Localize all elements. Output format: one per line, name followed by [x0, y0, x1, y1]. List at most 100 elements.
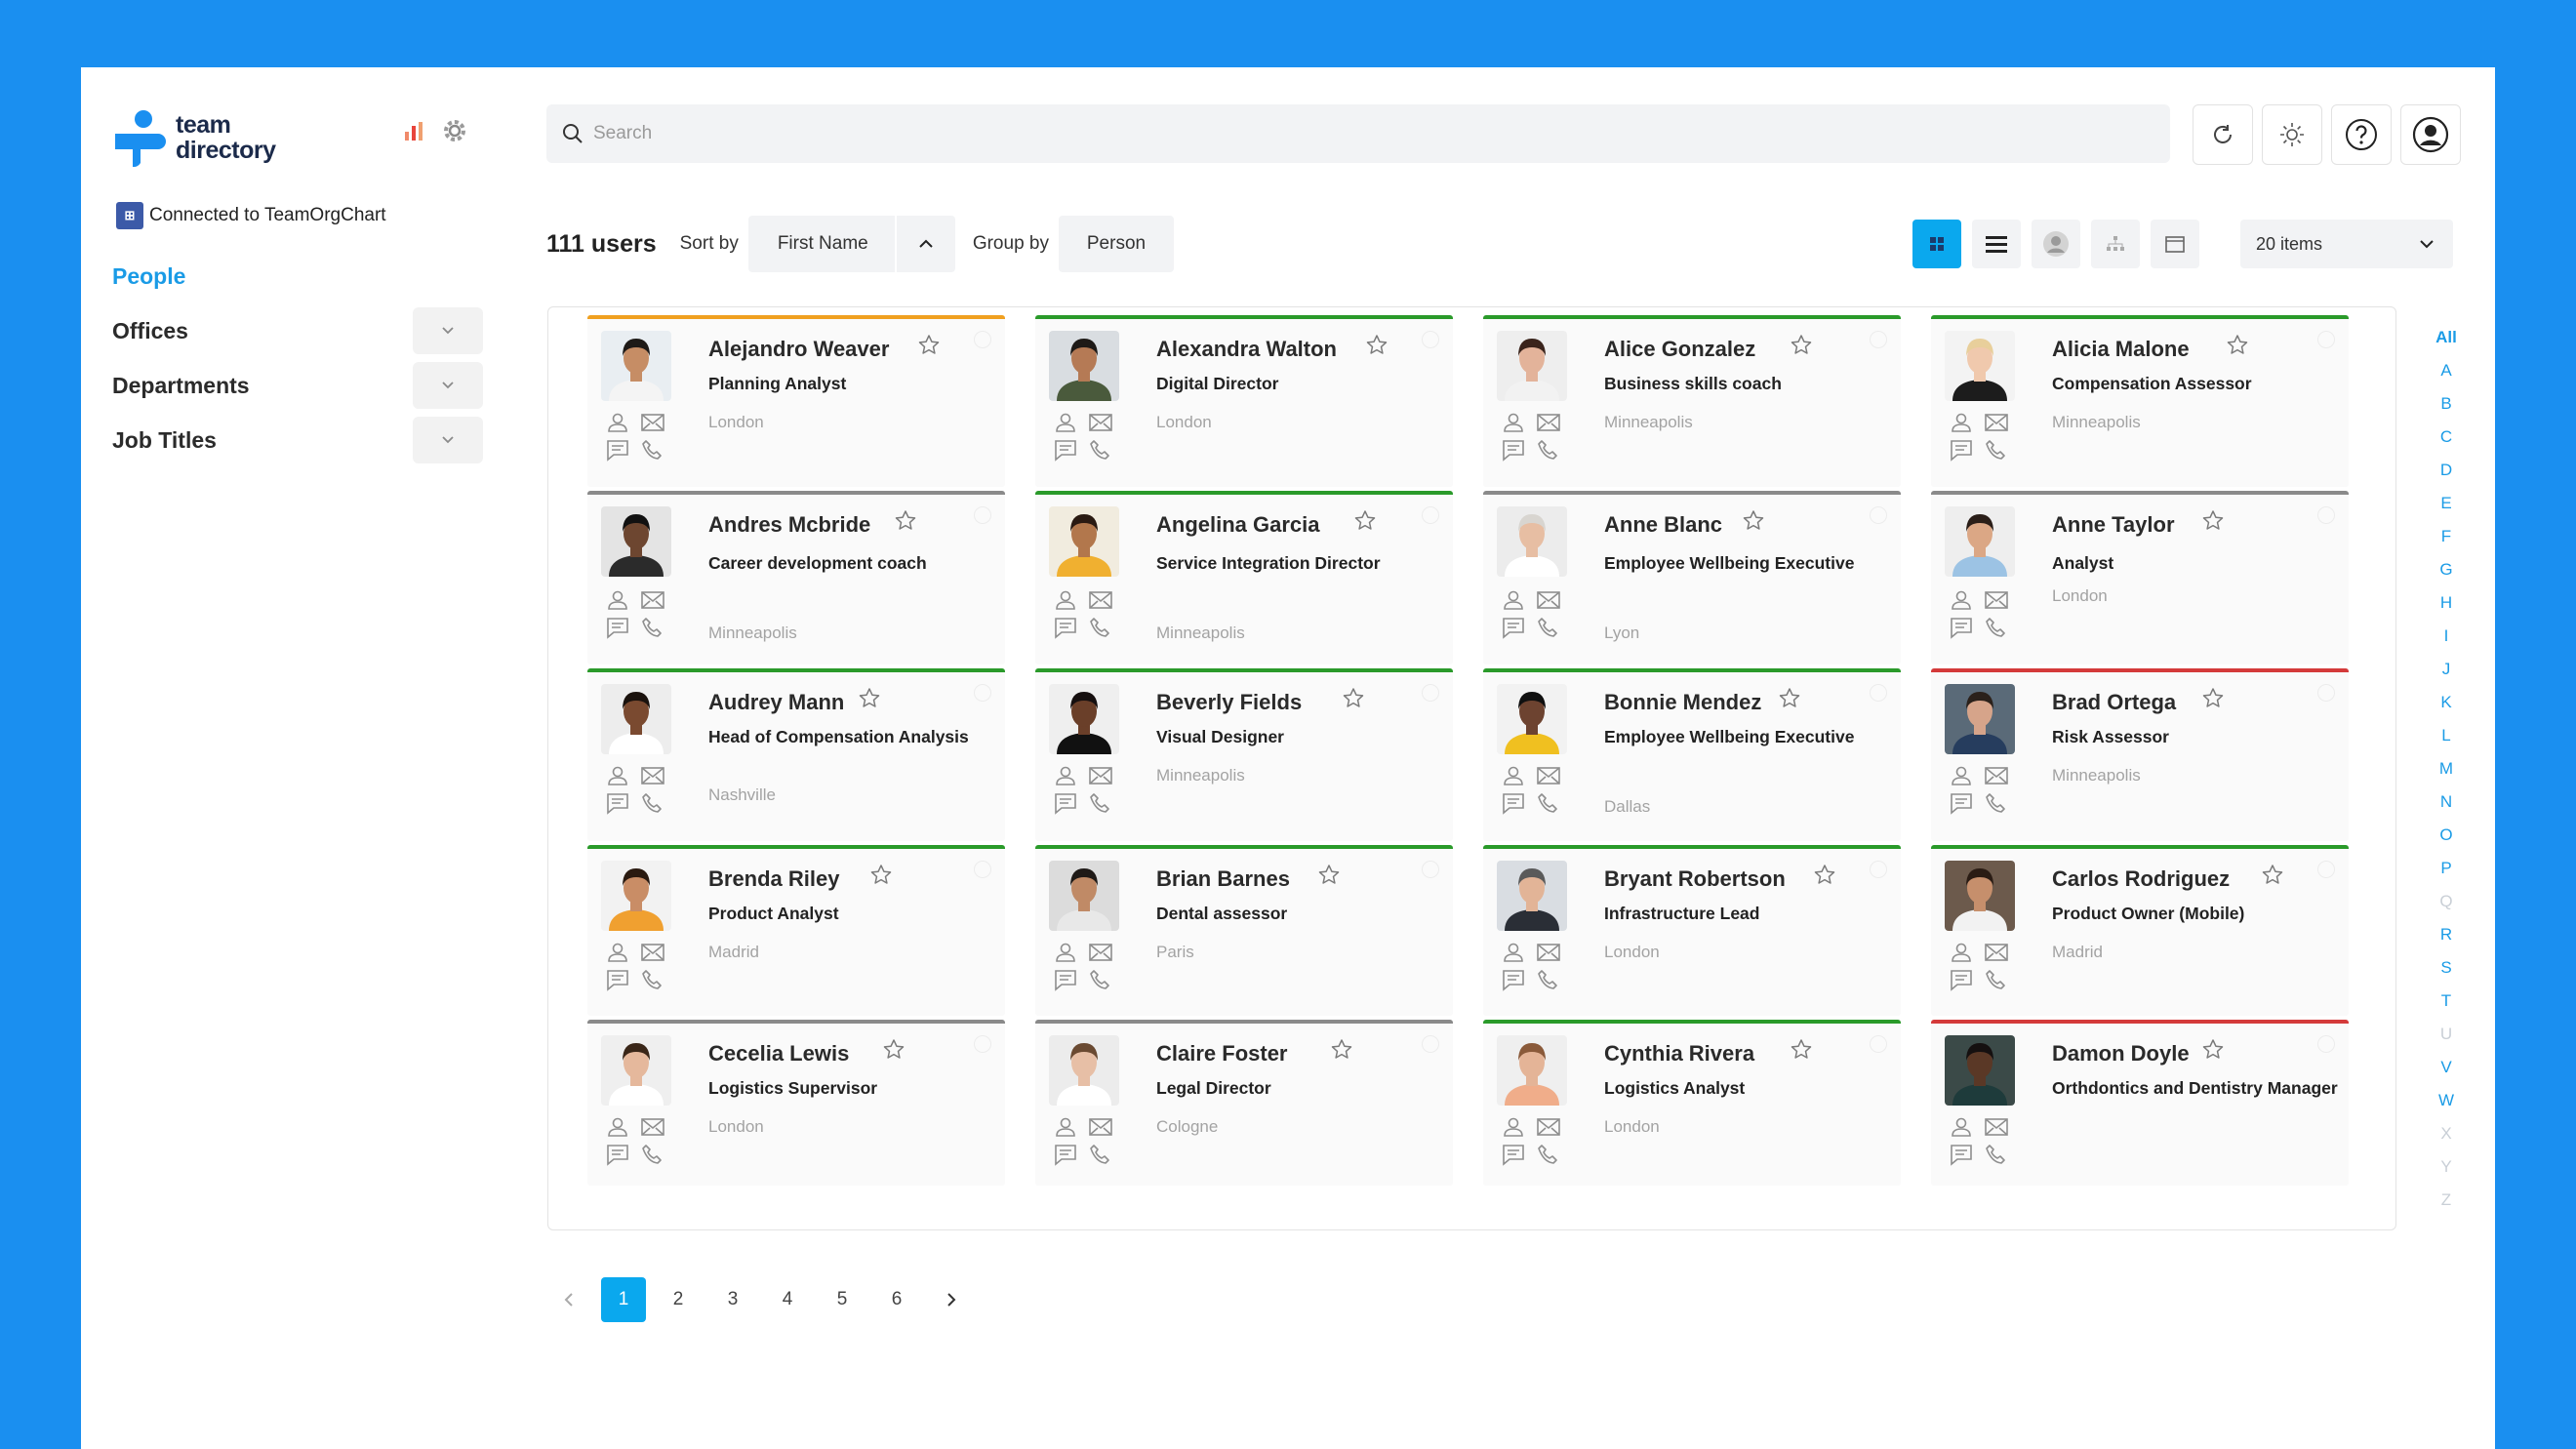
phone-icon[interactable] [1088, 968, 1113, 991]
phone-icon[interactable] [1536, 616, 1561, 639]
star-icon[interactable] [2260, 863, 2285, 888]
mail-icon[interactable] [640, 941, 665, 964]
person-card[interactable]: Alexandra Walton Digital Director London [1035, 315, 1453, 487]
person-card[interactable]: Angelina Garcia Service Integration Direc… [1035, 491, 1453, 664]
star-icon[interactable] [1789, 333, 1814, 358]
chat-icon[interactable] [1949, 616, 1974, 639]
profile-icon[interactable] [1949, 1115, 1974, 1139]
person-card[interactable]: Audrey Mann Head of Compensation Analysis… [587, 668, 1005, 841]
avatar[interactable] [601, 506, 671, 577]
mail-icon[interactable] [640, 411, 665, 434]
page-button[interactable]: 4 [765, 1277, 810, 1322]
profile-icon[interactable] [1501, 411, 1526, 434]
profile-icon[interactable] [1949, 411, 1974, 434]
alphabet-letter[interactable]: B [2427, 387, 2466, 421]
phone-icon[interactable] [640, 1143, 665, 1166]
alphabet-letter[interactable]: E [2427, 487, 2466, 520]
page-button[interactable]: 2 [656, 1277, 701, 1322]
refresh-button[interactable] [2193, 104, 2253, 165]
person-name[interactable]: Damon Doyle [2052, 1041, 2190, 1067]
profile-icon[interactable] [1053, 1115, 1078, 1139]
phone-icon[interactable] [640, 968, 665, 991]
profile-icon[interactable] [1053, 411, 1078, 434]
star-icon[interactable] [2225, 333, 2250, 358]
person-card[interactable]: Beverly Fields Visual Designer Minneapolis [1035, 668, 1453, 841]
phone-icon[interactable] [1536, 1143, 1561, 1166]
profile-icon[interactable] [1053, 764, 1078, 787]
person-card[interactable]: Alice Gonzalez Business skills coach Minne… [1483, 315, 1901, 487]
mail-icon[interactable] [1536, 1115, 1561, 1139]
previous-page-button[interactable] [546, 1277, 591, 1322]
star-icon[interactable] [2200, 686, 2226, 711]
chat-icon[interactable] [605, 616, 630, 639]
search-input[interactable] [593, 123, 1959, 144]
list-view-button[interactable] [1972, 220, 2021, 268]
phone-icon[interactable] [1984, 968, 2009, 991]
nav-item-offices[interactable]: Offices [112, 303, 483, 358]
person-card[interactable]: Bryant Robertson Infrastructure Lead Londo… [1483, 845, 1901, 1016]
alphabet-letter[interactable]: L [2427, 719, 2466, 752]
select-checkbox[interactable] [1422, 684, 1439, 702]
alphabet-letter[interactable]: K [2427, 686, 2466, 719]
chat-icon[interactable] [605, 791, 630, 815]
gear-icon[interactable] [442, 118, 467, 143]
page-button[interactable]: 3 [710, 1277, 755, 1322]
profile-button[interactable] [2400, 104, 2461, 165]
avatar[interactable] [1497, 861, 1567, 931]
person-card[interactable]: Alicia Malone Compensation Assessor Minnea… [1931, 315, 2349, 487]
grid-view-button[interactable] [1912, 220, 1961, 268]
profile-icon[interactable] [1949, 941, 1974, 964]
person-name[interactable]: Alicia Malone [2052, 337, 2190, 362]
star-icon[interactable] [2200, 1037, 2226, 1063]
phone-icon[interactable] [640, 438, 665, 462]
star-icon[interactable] [1741, 508, 1766, 534]
mail-icon[interactable] [1536, 411, 1561, 434]
phone-icon[interactable] [1088, 438, 1113, 462]
star-icon[interactable] [1812, 863, 1837, 888]
select-checkbox[interactable] [974, 1035, 991, 1053]
profile-icon[interactable] [1053, 588, 1078, 612]
sort-direction-button[interactable] [896, 216, 955, 272]
chat-icon[interactable] [1053, 791, 1078, 815]
profile-icon[interactable] [605, 941, 630, 964]
alphabet-letter[interactable]: A [2427, 354, 2466, 387]
star-icon[interactable] [1352, 508, 1378, 534]
mail-icon[interactable] [1088, 1115, 1113, 1139]
profile-icon[interactable] [1501, 1115, 1526, 1139]
chat-icon[interactable] [605, 1143, 630, 1166]
chat-icon[interactable] [1501, 1143, 1526, 1166]
chat-icon[interactable] [605, 968, 630, 991]
mail-icon[interactable] [640, 588, 665, 612]
org-chart-view-button[interactable] [2091, 220, 2140, 268]
phone-icon[interactable] [640, 791, 665, 815]
profile-icon[interactable] [1949, 764, 1974, 787]
chat-icon[interactable] [1501, 616, 1526, 639]
profile-icon[interactable] [1501, 941, 1526, 964]
person-name[interactable]: Beverly Fields [1156, 690, 1302, 715]
star-icon[interactable] [1329, 1037, 1354, 1063]
items-per-page-select[interactable]: 20 items [2240, 220, 2453, 268]
chevron-down-icon[interactable] [413, 307, 483, 354]
alphabet-letter[interactable]: C [2427, 421, 2466, 454]
avatar[interactable] [601, 1035, 671, 1106]
person-name[interactable]: Andres Mcbride [708, 512, 870, 538]
chat-icon[interactable] [1053, 616, 1078, 639]
profile-icon[interactable] [605, 588, 630, 612]
chat-icon[interactable] [1949, 791, 1974, 815]
mail-icon[interactable] [1984, 1115, 2009, 1139]
phone-icon[interactable] [1984, 1143, 2009, 1166]
alphabet-letter[interactable]: N [2427, 785, 2466, 819]
person-name[interactable]: Alice Gonzalez [1604, 337, 1755, 362]
mail-icon[interactable] [1088, 941, 1113, 964]
chat-icon[interactable] [1053, 438, 1078, 462]
select-checkbox[interactable] [2317, 684, 2335, 702]
avatar[interactable] [601, 861, 671, 931]
theme-button[interactable] [2262, 104, 2322, 165]
card-view-button[interactable] [2151, 220, 2199, 268]
phone-icon[interactable] [1088, 1143, 1113, 1166]
chat-icon[interactable] [605, 438, 630, 462]
alphabet-letter[interactable]: J [2427, 653, 2466, 686]
person-name[interactable]: Brian Barnes [1156, 866, 1290, 892]
profile-icon[interactable] [1949, 588, 1974, 612]
phone-icon[interactable] [1984, 616, 2009, 639]
